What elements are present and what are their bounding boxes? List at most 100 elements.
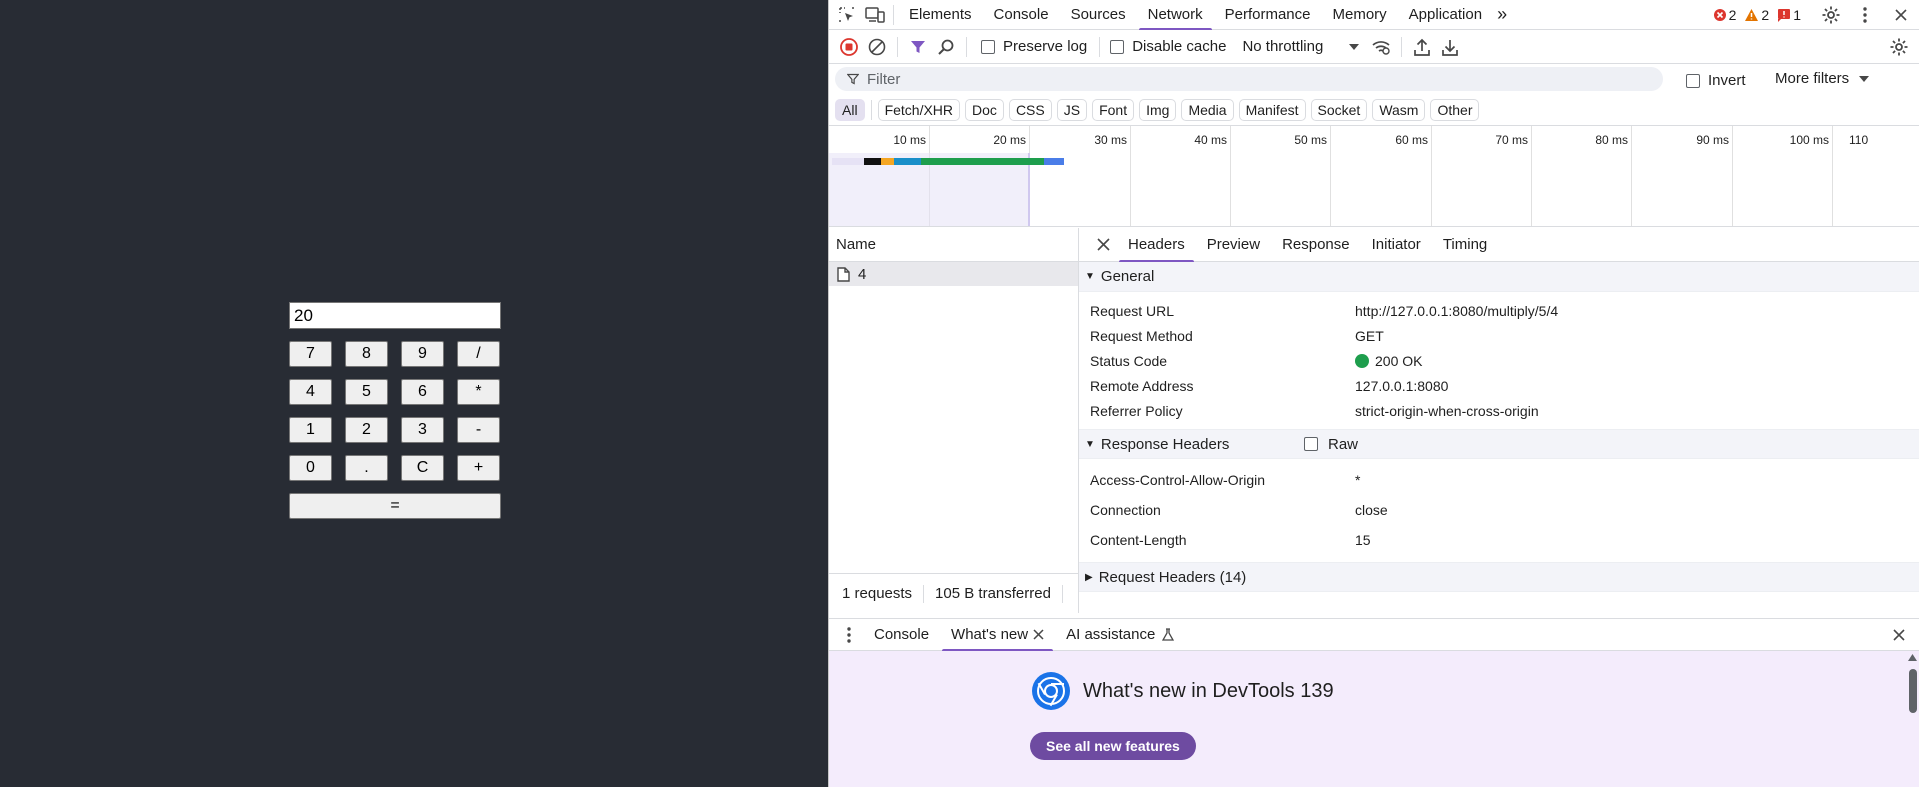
more-filters-dropdown[interactable]: More filters <box>1775 70 1870 87</box>
tab-performance[interactable]: Performance <box>1214 0 1322 30</box>
calc-button-0[interactable]: 0 <box>289 455 332 481</box>
waterfall-stalled-segment <box>864 158 881 165</box>
disable-cache-checkbox[interactable]: Disable cache <box>1110 38 1226 55</box>
calc-button-3[interactable]: 3 <box>401 417 444 443</box>
scrollbar-thumb[interactable] <box>1909 669 1917 713</box>
more-tabs-chevron-icon[interactable]: » <box>1493 0 1511 30</box>
status-ok-dot-icon <box>1355 353 1369 368</box>
tab-headers[interactable]: Headers <box>1117 228 1196 262</box>
calc-button-7[interactable]: 7 <box>289 341 332 367</box>
tab-timing[interactable]: Timing <box>1432 228 1498 262</box>
network-overview-timeline[interactable]: 10 ms 20 ms 30 ms 40 ms 50 ms 60 ms 70 m… <box>829 126 1919 227</box>
checkbox-box[interactable] <box>1304 437 1318 451</box>
calculator-display[interactable] <box>289 302 501 329</box>
header-row: Access-Control-Allow-Origin * <box>1079 465 1919 495</box>
search-icon[interactable] <box>932 33 960 61</box>
tab-sources[interactable]: Sources <box>1060 0 1137 30</box>
calc-button-1[interactable]: 1 <box>289 417 332 443</box>
type-filter-wasm[interactable]: Wasm <box>1372 98 1426 121</box>
tab-elements[interactable]: Elements <box>898 0 983 30</box>
tab-application[interactable]: Application <box>1398 0 1493 30</box>
preserve-log-checkbox[interactable]: Preserve log <box>981 38 1087 55</box>
throttling-select[interactable]: No throttling <box>1242 38 1360 55</box>
checkbox-box[interactable] <box>1110 39 1125 54</box>
header-row: Remote Address 127.0.0.1:8080 <box>1079 373 1919 398</box>
drawer-tab-label: AI assistance <box>1066 626 1156 643</box>
response-headers-section-header[interactable]: ▼ Response Headers Raw <box>1079 429 1919 459</box>
device-toolbar-icon[interactable] <box>861 1 889 29</box>
calc-button-8[interactable]: 8 <box>345 341 388 367</box>
type-filter-doc[interactable]: Doc <box>965 98 1004 121</box>
close-devtools-icon[interactable] <box>1887 1 1915 29</box>
calc-button-clear[interactable]: C <box>401 455 444 481</box>
type-filter-socket[interactable]: Socket <box>1310 98 1368 121</box>
invert-checkbox[interactable]: Invert <box>1686 72 1746 89</box>
clear-log-icon[interactable] <box>863 33 891 61</box>
close-tab-icon[interactable] <box>1033 629 1044 640</box>
see-all-new-features-button[interactable]: See all new features <box>1030 732 1196 760</box>
type-filter-js[interactable]: JS <box>1056 98 1088 121</box>
error-count[interactable]: 2 <box>1713 7 1736 23</box>
tab-console[interactable]: Console <box>983 0 1060 30</box>
close-details-icon[interactable] <box>1089 231 1117 259</box>
type-filter-img[interactable]: Img <box>1139 98 1177 121</box>
tab-response[interactable]: Response <box>1271 228 1361 262</box>
general-section-header[interactable]: ▼ General <box>1079 262 1919 292</box>
scroll-up-arrow-icon[interactable] <box>1908 654 1917 661</box>
calc-button-equals[interactable]: = <box>289 493 501 519</box>
calc-button-add[interactable]: + <box>457 455 500 481</box>
filter-input[interactable]: Filter <box>835 67 1663 91</box>
stop-recording-icon[interactable] <box>835 33 863 61</box>
settings-gear-icon[interactable] <box>1817 1 1845 29</box>
raw-headers-checkbox[interactable]: Raw <box>1304 436 1358 453</box>
network-settings-gear-icon[interactable] <box>1885 33 1913 61</box>
checkbox-box[interactable] <box>981 39 995 54</box>
type-filter-font[interactable]: Font <box>1092 98 1135 121</box>
tab-memory[interactable]: Memory <box>1322 0 1398 30</box>
drawer-tab-whats-new[interactable]: What's new <box>940 619 1055 651</box>
calc-button-6[interactable]: 6 <box>401 379 444 405</box>
request-row[interactable]: 4 <box>829 262 1078 286</box>
calc-button-5[interactable]: 5 <box>345 379 388 405</box>
more-options-kebab-icon[interactable] <box>1851 1 1879 29</box>
type-filter-css[interactable]: CSS <box>1008 98 1052 121</box>
close-drawer-icon[interactable] <box>1885 621 1913 649</box>
request-list-header[interactable]: Name <box>829 228 1078 262</box>
warning-count[interactable]: 2 <box>1744 7 1769 23</box>
drawer-scrollbar[interactable] <box>1906 651 1919 787</box>
calc-button-decimal[interactable]: . <box>345 455 388 481</box>
type-filter-media[interactable]: Media <box>1181 98 1234 121</box>
checkbox-box[interactable] <box>1686 73 1700 88</box>
header-value: http://127.0.0.1:8080/multiply/5/4 <box>1355 302 1559 319</box>
issues-count[interactable]: 1 <box>1777 7 1801 23</box>
drawer-tab-ai-assistance[interactable]: AI assistance <box>1055 619 1185 651</box>
inspect-element-icon[interactable] <box>833 1 861 29</box>
filter-funnel-icon[interactable] <box>904 33 932 61</box>
tab-preview[interactable]: Preview <box>1196 228 1271 262</box>
type-filter-other[interactable]: Other <box>1430 98 1480 121</box>
calc-button-4[interactable]: 4 <box>289 379 332 405</box>
tab-network[interactable]: Network <box>1137 0 1214 30</box>
network-conditions-wifi-icon[interactable] <box>1367 33 1395 61</box>
calc-button-multiply[interactable]: * <box>457 379 500 405</box>
calc-button-subtract[interactable]: - <box>457 417 500 443</box>
request-headers-section-header[interactable]: ▶ Request Headers (14) <box>1079 562 1919 592</box>
type-filter-all[interactable]: All <box>835 98 865 121</box>
import-har-upload-icon[interactable] <box>1408 33 1436 61</box>
type-filter-fetch-xhr[interactable]: Fetch/XHR <box>877 98 961 121</box>
drawer-menu-kebab-icon[interactable] <box>835 621 863 649</box>
tab-initiator[interactable]: Initiator <box>1361 228 1432 262</box>
waterfall-download-segment <box>1044 158 1064 165</box>
timeline-tick-label: 40 ms <box>1194 133 1227 147</box>
experiment-flask-icon <box>1162 628 1175 641</box>
calc-button-9[interactable]: 9 <box>401 341 444 367</box>
timeline-grid-line <box>1431 126 1432 226</box>
name-column-header[interactable]: Name <box>836 236 876 253</box>
drawer-tab-console[interactable]: Console <box>863 619 940 651</box>
export-har-download-icon[interactable] <box>1436 33 1464 61</box>
type-filter-manifest[interactable]: Manifest <box>1238 98 1306 121</box>
calc-button-divide[interactable]: / <box>457 341 500 367</box>
calc-button-2[interactable]: 2 <box>345 417 388 443</box>
page-viewport: 7 8 9 / 4 5 6 * 1 2 3 - 0 . C + = <box>0 0 828 787</box>
request-headers-title: Request Headers (14) <box>1098 568 1247 586</box>
